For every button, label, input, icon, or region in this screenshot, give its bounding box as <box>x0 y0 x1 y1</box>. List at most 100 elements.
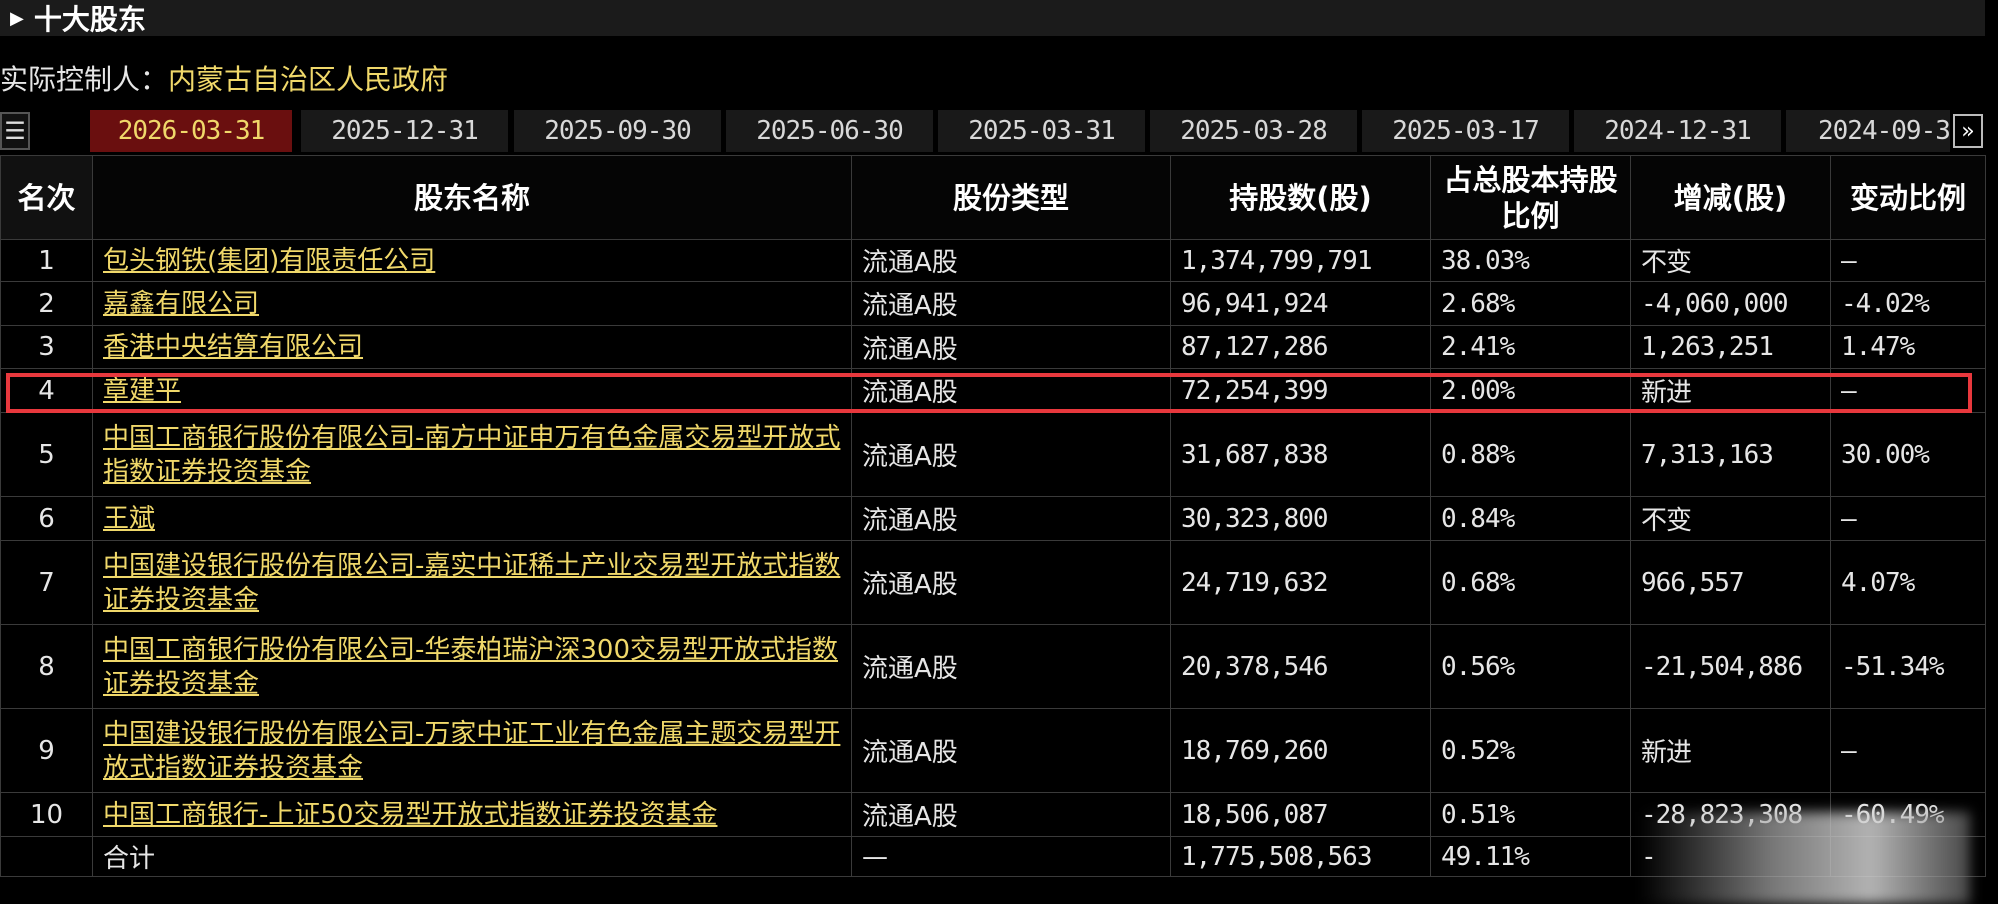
shares-cell: 30,323,800 <box>1170 496 1431 541</box>
change-cell: 不变 <box>1630 239 1831 282</box>
shareholder-name-link[interactable]: 中国建设银行股份有限公司-万家中证工业有色金属主题交易型开放式指数证券投资基金 <box>92 708 852 793</box>
triangle-right-icon: ▶ <box>10 7 24 29</box>
change-cell: -4,060,000 <box>1630 281 1831 326</box>
shareholder-name-link[interactable]: 中国建设银行股份有限公司-嘉实中证稀土产业交易型开放式指数证券投资基金 <box>92 540 852 625</box>
change-pct-cell: — <box>1830 239 1986 282</box>
date-tabs: ☰ 2026-03-31 2025-12-31 2025-09-30 2025-… <box>0 110 1985 154</box>
table-header-row: 名次 股东名称 股份类型 持股数(股) 占总股本持股比例 增减(股) 变动比例 <box>0 155 1986 240</box>
change-cell: 新进 <box>1630 368 1831 413</box>
header-change-pct[interactable]: 变动比例 <box>1830 155 1986 240</box>
top-ten-shareholders-table: 名次 股东名称 股份类型 持股数(股) 占总股本持股比例 增减(股) 变动比例 … <box>0 155 1986 877</box>
change-pct-cell: -4.02% <box>1830 281 1986 326</box>
shareholder-name-link[interactable]: 中国工商银行股份有限公司-南方中证申万有色金属交易型开放式指数证券投资基金 <box>92 412 852 497</box>
change-pct-cell: 4.07% <box>1830 540 1986 625</box>
shares-cell: 18,506,087 <box>1170 792 1431 837</box>
shares-cell: 18,769,260 <box>1170 708 1431 793</box>
change-cell: 不变 <box>1630 496 1831 541</box>
list-menu-icon[interactable]: ☰ <box>0 112 30 150</box>
shares-cell: 96,941,924 <box>1170 281 1431 326</box>
share-type-cell: 流通A股 <box>851 708 1171 793</box>
shares-cell: 72,254,399 <box>1170 368 1431 413</box>
rank-cell: 9 <box>0 708 93 793</box>
holding-pct-cell: 0.68% <box>1430 540 1631 625</box>
header-name[interactable]: 股东名称 <box>92 155 852 240</box>
rank-cell: 10 <box>0 792 93 837</box>
shareholder-name-link[interactable]: 包头钢铁(集团)有限责任公司 <box>92 239 852 282</box>
holding-pct-cell: 0.52% <box>1430 708 1631 793</box>
table-row[interactable]: 5 中国工商银行股份有限公司-南方中证申万有色金属交易型开放式指数证券投资基金 流通… <box>0 412 1986 497</box>
change-pct-cell: — <box>1830 708 1986 793</box>
tab-date-2[interactable]: 2025-09-30 <box>514 110 721 152</box>
table-row[interactable]: 3 香港中央结算有限公司 流通A股 87,127,286 2.41% 1,263,251 1… <box>0 325 1986 369</box>
tab-date-3[interactable]: 2025-06-30 <box>726 110 933 152</box>
rank-cell: 4 <box>0 368 93 413</box>
header-rank[interactable]: 名次 <box>0 155 93 240</box>
share-type-cell: 流通A股 <box>851 624 1171 709</box>
share-type-cell: 流通A股 <box>851 412 1171 497</box>
header-pct[interactable]: 占总股本持股比例 <box>1430 155 1631 240</box>
table-row[interactable]: 6 王斌 流通A股 30,323,800 0.84% 不变 — <box>0 496 1986 541</box>
rank-cell: 1 <box>0 239 93 282</box>
holding-pct-cell: 0.84% <box>1430 496 1631 541</box>
tab-date-1[interactable]: 2025-12-31 <box>301 110 508 152</box>
holding-pct-cell: 2.00% <box>1430 368 1631 413</box>
rank-cell: 7 <box>0 540 93 625</box>
shareholder-name-link[interactable]: 香港中央结算有限公司 <box>92 325 852 369</box>
table-row[interactable]: 2 嘉鑫有限公司 流通A股 96,941,924 2.68% -4,060,000 -4.0… <box>0 281 1986 326</box>
header-type[interactable]: 股份类型 <box>851 155 1171 240</box>
change-cell: -21,504,886 <box>1630 624 1831 709</box>
double-chevron-right-icon[interactable]: » <box>1953 114 1983 148</box>
share-type-cell: 流通A股 <box>851 792 1171 837</box>
share-type-cell: 流通A股 <box>851 325 1171 369</box>
holding-pct-cell: 0.88% <box>1430 412 1631 497</box>
change-cell: 新进 <box>1630 708 1831 793</box>
total-shares: 1,775,508,563 <box>1170 836 1431 877</box>
section-title: 十大股东 <box>33 3 146 36</box>
blur-overlay <box>1640 812 1970 904</box>
table-row[interactable]: 4 章建平 流通A股 72,254,399 2.00% 新进 — <box>0 368 1986 413</box>
tab-date-7[interactable]: 2024-12-31 <box>1574 110 1781 152</box>
tab-date-8[interactable]: 2024-09-3 <box>1786 110 1950 152</box>
change-pct-cell: — <box>1830 368 1986 413</box>
rank-cell: 6 <box>0 496 93 541</box>
change-pct-cell: -51.34% <box>1830 624 1986 709</box>
shareholder-name-link[interactable]: 中国工商银行股份有限公司-华泰柏瑞沪深300交易型开放式指数证券投资基金 <box>92 624 852 709</box>
share-type-cell: 流通A股 <box>851 540 1171 625</box>
shareholder-name-link[interactable]: 王斌 <box>92 496 852 541</box>
shares-cell: 20,378,546 <box>1170 624 1431 709</box>
header-shares[interactable]: 持股数(股) <box>1170 155 1431 240</box>
holding-pct-cell: 2.41% <box>1430 325 1631 369</box>
actual-controller: 实际控制人：内蒙古自治区人民政府 <box>0 58 448 98</box>
total-type: — <box>851 836 1171 877</box>
share-type-cell: 流通A股 <box>851 496 1171 541</box>
rank-cell: 5 <box>0 412 93 497</box>
change-pct-cell: 30.00% <box>1830 412 1986 497</box>
shares-cell: 24,719,632 <box>1170 540 1431 625</box>
section-header[interactable]: ▶ 十大股东 <box>0 0 1985 36</box>
change-cell: 1,263,251 <box>1630 325 1831 369</box>
table-row[interactable]: 1 包头钢铁(集团)有限责任公司 流通A股 1,374,799,791 38.03% 不变… <box>0 239 1986 282</box>
table-row[interactable]: 9 中国建设银行股份有限公司-万家中证工业有色金属主题交易型开放式指数证券投资基金… <box>0 708 1986 793</box>
holding-pct-cell: 0.51% <box>1430 792 1631 837</box>
tab-date-0[interactable]: 2026-03-31 <box>90 110 292 152</box>
share-type-cell: 流通A股 <box>851 368 1171 413</box>
total-pct: 49.11% <box>1430 836 1631 877</box>
rank-cell: 3 <box>0 325 93 369</box>
share-type-cell: 流通A股 <box>851 239 1171 282</box>
header-change[interactable]: 增减(股) <box>1630 155 1831 240</box>
table-row[interactable]: 7 中国建设银行股份有限公司-嘉实中证稀土产业交易型开放式指数证券投资基金 流通A股… <box>0 540 1986 625</box>
tab-date-5[interactable]: 2025-03-28 <box>1150 110 1357 152</box>
controller-value: 内蒙古自治区人民政府 <box>168 63 449 96</box>
shareholder-name-link[interactable]: 中国工商银行-上证50交易型开放式指数证券投资基金 <box>92 792 852 837</box>
tab-date-4[interactable]: 2025-03-31 <box>938 110 1145 152</box>
total-label: 合计 <box>92 836 852 877</box>
tab-date-6[interactable]: 2025-03-17 <box>1362 110 1569 152</box>
table-row[interactable]: 8 中国工商银行股份有限公司-华泰柏瑞沪深300交易型开放式指数证券投资基金 流通A… <box>0 624 1986 709</box>
change-pct-cell: 1.47% <box>1830 325 1986 369</box>
holding-pct-cell: 0.56% <box>1430 624 1631 709</box>
share-type-cell: 流通A股 <box>851 281 1171 326</box>
change-pct-cell: — <box>1830 496 1986 541</box>
shareholder-name-link[interactable]: 章建平 <box>92 368 852 413</box>
change-cell: 966,557 <box>1630 540 1831 625</box>
shareholder-name-link[interactable]: 嘉鑫有限公司 <box>92 281 852 326</box>
